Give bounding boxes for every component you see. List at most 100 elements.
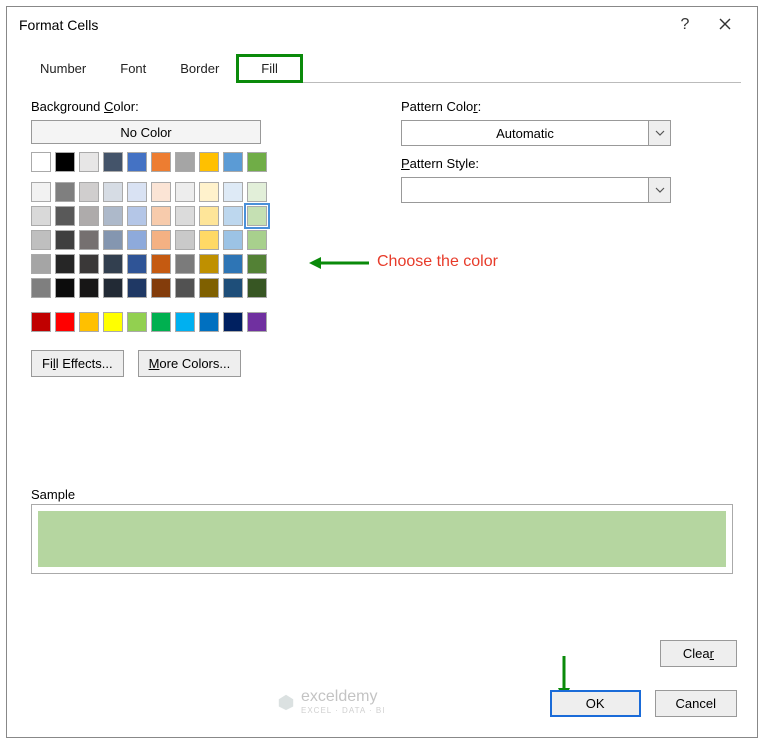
- color-swatch[interactable]: [55, 254, 75, 274]
- color-swatch[interactable]: [151, 152, 171, 172]
- no-color-button[interactable]: No Color: [31, 120, 261, 144]
- color-swatch[interactable]: [199, 278, 219, 298]
- color-swatch[interactable]: [103, 254, 123, 274]
- color-swatch[interactable]: [151, 278, 171, 298]
- color-swatch[interactable]: [175, 230, 195, 250]
- color-swatch[interactable]: [79, 254, 99, 274]
- color-swatch[interactable]: [103, 278, 123, 298]
- watermark: exceldemy EXCEL · DATA · BI: [277, 688, 385, 715]
- color-swatch[interactable]: [247, 182, 267, 202]
- shade-row: [31, 182, 361, 202]
- color-swatch[interactable]: [103, 312, 123, 332]
- color-swatch[interactable]: [31, 182, 51, 202]
- clear-button[interactable]: Clear: [660, 640, 737, 667]
- fill-effects-button[interactable]: Fill Effects...: [31, 350, 124, 377]
- cancel-button[interactable]: Cancel: [655, 690, 737, 717]
- color-swatch[interactable]: [247, 206, 267, 226]
- color-swatch[interactable]: [31, 206, 51, 226]
- help-button[interactable]: ?: [665, 16, 705, 34]
- color-swatch[interactable]: [247, 278, 267, 298]
- color-swatch[interactable]: [223, 206, 243, 226]
- pattern-style-combo[interactable]: [401, 177, 671, 203]
- color-swatch[interactable]: [199, 254, 219, 274]
- tab-border[interactable]: Border: [163, 54, 236, 83]
- color-swatch[interactable]: [175, 152, 195, 172]
- tab-font[interactable]: Font: [103, 54, 163, 83]
- color-swatch[interactable]: [55, 312, 75, 332]
- color-swatch[interactable]: [79, 182, 99, 202]
- color-swatch[interactable]: [223, 312, 243, 332]
- color-swatch[interactable]: [55, 206, 75, 226]
- color-swatch[interactable]: [247, 230, 267, 250]
- color-swatch[interactable]: [223, 254, 243, 274]
- color-swatch[interactable]: [79, 206, 99, 226]
- color-swatch[interactable]: [199, 182, 219, 202]
- color-swatch[interactable]: [247, 254, 267, 274]
- color-swatch[interactable]: [79, 278, 99, 298]
- color-swatch[interactable]: [247, 312, 267, 332]
- annotation-text: Choose the color: [377, 253, 498, 271]
- color-swatch[interactable]: [151, 312, 171, 332]
- color-swatch[interactable]: [31, 312, 51, 332]
- color-swatch[interactable]: [247, 152, 267, 172]
- color-swatch[interactable]: [79, 230, 99, 250]
- pattern-color-combo[interactable]: Automatic: [401, 120, 671, 146]
- color-swatch[interactable]: [199, 312, 219, 332]
- color-swatch[interactable]: [223, 230, 243, 250]
- color-swatch[interactable]: [103, 182, 123, 202]
- pattern-style-label: Pattern Style:: [401, 156, 733, 171]
- color-swatch[interactable]: [55, 230, 75, 250]
- color-swatch[interactable]: [151, 230, 171, 250]
- ok-button[interactable]: OK: [550, 690, 641, 717]
- color-swatch[interactable]: [103, 230, 123, 250]
- color-swatch[interactable]: [79, 312, 99, 332]
- color-swatch[interactable]: [103, 206, 123, 226]
- tab-number[interactable]: Number: [23, 54, 103, 83]
- pattern-color-value: Automatic: [402, 126, 648, 141]
- color-swatch[interactable]: [223, 152, 243, 172]
- sample-fill: [38, 511, 726, 567]
- color-swatch[interactable]: [55, 182, 75, 202]
- color-swatch[interactable]: [199, 152, 219, 172]
- color-swatch[interactable]: [175, 182, 195, 202]
- sample-area: Sample: [31, 487, 733, 574]
- color-swatch[interactable]: [127, 152, 147, 172]
- color-swatch[interactable]: [151, 182, 171, 202]
- color-swatch[interactable]: [103, 152, 123, 172]
- color-swatch[interactable]: [175, 254, 195, 274]
- tab-fill[interactable]: Fill: [236, 54, 303, 83]
- color-swatch[interactable]: [79, 152, 99, 172]
- chevron-down-icon: [648, 121, 670, 145]
- color-swatch[interactable]: [151, 206, 171, 226]
- color-swatch[interactable]: [31, 230, 51, 250]
- sample-label: Sample: [31, 487, 733, 502]
- shade-grid: [31, 182, 361, 298]
- color-swatch[interactable]: [175, 312, 195, 332]
- color-swatch[interactable]: [175, 278, 195, 298]
- color-swatch[interactable]: [55, 278, 75, 298]
- color-swatch[interactable]: [31, 278, 51, 298]
- color-swatch[interactable]: [199, 230, 219, 250]
- more-colors-button[interactable]: More Colors...: [138, 350, 242, 377]
- color-swatch[interactable]: [127, 182, 147, 202]
- color-swatch[interactable]: [127, 230, 147, 250]
- color-swatch[interactable]: [223, 278, 243, 298]
- theme-color-row: [31, 152, 361, 172]
- color-swatch[interactable]: [31, 254, 51, 274]
- color-swatch[interactable]: [55, 152, 75, 172]
- color-swatch[interactable]: [151, 254, 171, 274]
- watermark-brand: exceldemy: [301, 688, 385, 706]
- color-swatch[interactable]: [199, 206, 219, 226]
- color-swatch[interactable]: [127, 312, 147, 332]
- titlebar: Format Cells ?: [7, 7, 757, 43]
- color-swatch[interactable]: [223, 182, 243, 202]
- watermark-logo-icon: [277, 693, 295, 711]
- color-swatch[interactable]: [175, 206, 195, 226]
- color-swatch[interactable]: [127, 206, 147, 226]
- color-swatch[interactable]: [127, 278, 147, 298]
- chevron-down-icon: [648, 178, 670, 202]
- close-icon: [719, 18, 731, 30]
- color-swatch[interactable]: [31, 152, 51, 172]
- color-swatch[interactable]: [127, 254, 147, 274]
- close-button[interactable]: [705, 17, 745, 33]
